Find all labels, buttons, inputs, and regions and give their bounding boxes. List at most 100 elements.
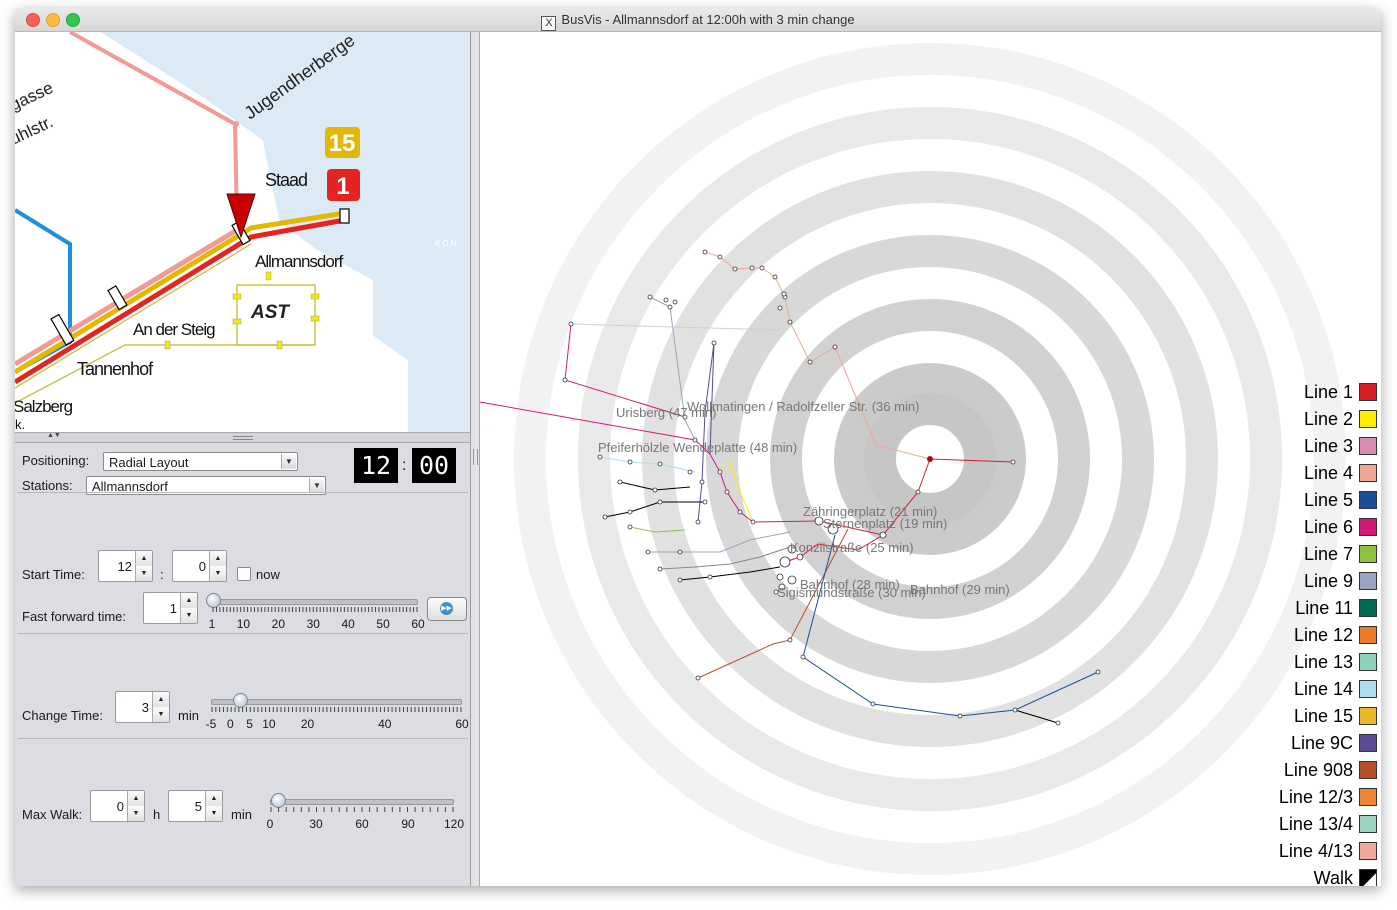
slider-thumb[interactable] — [233, 693, 248, 708]
start-minute-value: 0 — [198, 559, 206, 574]
slider-tick-label: 40 — [341, 617, 355, 631]
network-map[interactable]: 15 1 Jugendherberge gasse uhlstr. Staad … — [15, 32, 470, 432]
staad-label: Staad — [265, 170, 307, 190]
slider-ticks — [211, 707, 462, 712]
positioning-select[interactable]: Radial Layout ▼ — [103, 452, 298, 471]
slider-thumb[interactable] — [206, 593, 221, 608]
spinner-up-icon[interactable]: ▲ — [153, 692, 169, 708]
legend-swatch — [1359, 626, 1377, 644]
slider-tick-label: 60 — [355, 817, 369, 831]
legend-swatch — [1359, 545, 1377, 563]
legend-item: Line 2 — [1257, 408, 1377, 430]
legend-label: Line 6 — [1303, 517, 1353, 537]
spinner-down-icon[interactable]: ▼ — [210, 566, 226, 581]
legend-swatch — [1359, 653, 1377, 671]
legend-item: Line 4/13 — [1257, 840, 1377, 862]
legend-item: Line 1 — [1257, 381, 1377, 403]
spinner-down-icon[interactable]: ▼ — [128, 806, 144, 821]
slider-thumb[interactable] — [271, 793, 286, 808]
fast-forward-icon: ▶▶ — [440, 602, 453, 615]
legend-item: Line 9C — [1257, 732, 1377, 754]
legend-item: Line 12 — [1257, 624, 1377, 646]
gasse-label: gasse — [15, 78, 56, 114]
slider-track[interactable] — [212, 599, 418, 605]
network-map-canvas[interactable]: 15 1 Jugendherberge gasse uhlstr. Staad … — [15, 32, 470, 432]
clock-minutes: 00 — [412, 448, 456, 483]
change-time-slider[interactable]: -5 0 5 10 20 40 60 — [206, 693, 469, 733]
change-time-spinner[interactable]: 3 ▲ ▼ — [115, 691, 170, 723]
legend-swatch — [1359, 788, 1377, 806]
legend-swatch — [1359, 734, 1377, 752]
max-walk-hours-value: 0 — [116, 799, 124, 814]
spinner-down-icon[interactable]: ▼ — [181, 608, 197, 623]
slider-tick-label: 1 — [208, 617, 216, 631]
spinner-up-icon[interactable]: ▲ — [206, 791, 222, 807]
max-walk-minutes-spinner[interactable]: 5 ▲ ▼ — [168, 790, 223, 822]
start-hour-value: 12 — [117, 559, 132, 574]
legend-label: Line 12 — [1293, 625, 1353, 645]
radial-view[interactable]: Urisberg (47 min) Wollmatingen / Radolfz… — [480, 32, 1381, 886]
start-minute-spinner[interactable]: 0 ▲ ▼ — [172, 550, 227, 582]
spinner-up-icon[interactable]: ▲ — [136, 551, 152, 567]
slider-ticks — [212, 607, 418, 612]
legend-swatch — [1359, 680, 1377, 698]
start-hour-spinner[interactable]: 12 ▲ ▼ — [98, 550, 153, 582]
spinner-down-icon[interactable]: ▼ — [153, 707, 169, 722]
legend-label: Line 7 — [1303, 544, 1353, 564]
fast-forward-value: 1 — [169, 601, 177, 616]
window-title: X BusVis - Allmannsdorf at 12:00h with 3 … — [15, 12, 1381, 31]
legend-label: Line 9C — [1290, 733, 1353, 753]
panel-splitter[interactable] — [471, 32, 480, 886]
spinner-up-icon[interactable]: ▲ — [210, 551, 226, 567]
slider-tick-label: 60 — [411, 617, 425, 631]
collapse-arrows-icon[interactable]: ▲▼ — [47, 432, 61, 439]
app-window: X BusVis - Allmannsdorf at 12:00h with 3 … — [15, 8, 1381, 886]
splitter-grip-icon[interactable] — [233, 436, 253, 440]
max-walk-minutes-value: 5 — [194, 799, 202, 814]
map-splitter[interactable]: ▲▼ — [15, 432, 470, 443]
slider-track[interactable] — [270, 799, 454, 805]
allmannsdorf-label: Allmannsdorf — [255, 252, 343, 271]
slider-track[interactable] — [211, 699, 462, 705]
legend-item: Line 13/4 — [1257, 813, 1377, 835]
max-walk-hours-spinner[interactable]: 0 ▲ ▼ — [90, 790, 145, 822]
radial-canvas[interactable]: Urisberg (47 min) Wollmatingen / Radolfz… — [480, 32, 1381, 886]
legend-swatch — [1359, 410, 1377, 428]
slider-tick-label: 50 — [376, 617, 390, 631]
fast-forward-slider[interactable]: 1 10 20 30 40 50 60 — [206, 593, 425, 633]
max-walk-slider[interactable]: 0 30 60 90 120 — [267, 793, 464, 833]
legend-item: Line 15 — [1257, 705, 1377, 727]
slider-tick-label: 90 — [401, 817, 415, 831]
station-label: Bahnhof (29 min) — [910, 582, 1010, 597]
legend-item: Walk — [1257, 867, 1377, 886]
legend-label: Line 908 — [1283, 760, 1353, 780]
change-time-label: Change Time: — [22, 708, 103, 723]
spinner-down-icon[interactable]: ▼ — [136, 566, 152, 581]
slider-tick-label: 0 — [226, 717, 234, 731]
left-panel: 15 1 Jugendherberge gasse uhlstr. Staad … — [15, 32, 471, 886]
legend-label: Line 11 — [1295, 598, 1353, 618]
center-station-node[interactable] — [927, 456, 933, 462]
legend-label: Line 1 — [1303, 382, 1353, 402]
fast-forward-button[interactable]: ▶▶ — [427, 597, 467, 621]
legend-label: Line 3 — [1303, 436, 1353, 456]
legend-label: Line 4/13 — [1278, 841, 1353, 861]
legend-swatch — [1359, 599, 1377, 617]
fast-forward-spinner[interactable]: 1 ▲ ▼ — [143, 592, 198, 624]
spinner-down-icon[interactable]: ▼ — [206, 806, 222, 821]
now-checkbox[interactable] — [237, 567, 251, 581]
legend-item: Line 9 — [1257, 570, 1377, 592]
tannenhof-label: Tannenhof — [77, 359, 154, 379]
salzberg-label: Salzberg — [15, 397, 73, 416]
splitter-grip-icon[interactable] — [473, 449, 478, 465]
spinner-up-icon[interactable]: ▲ — [181, 593, 197, 609]
legend-swatch — [1359, 815, 1377, 833]
legend-swatch — [1359, 437, 1377, 455]
k-fragment-label: k. — [15, 417, 25, 432]
station-label: Sternenplatz (19 min) — [823, 516, 947, 531]
clock-separator: : — [402, 457, 407, 474]
legend-swatch — [1359, 572, 1377, 590]
legend-swatch — [1359, 491, 1377, 509]
spinner-up-icon[interactable]: ▲ — [128, 791, 144, 807]
positioning-value: Radial Layout — [109, 455, 189, 470]
